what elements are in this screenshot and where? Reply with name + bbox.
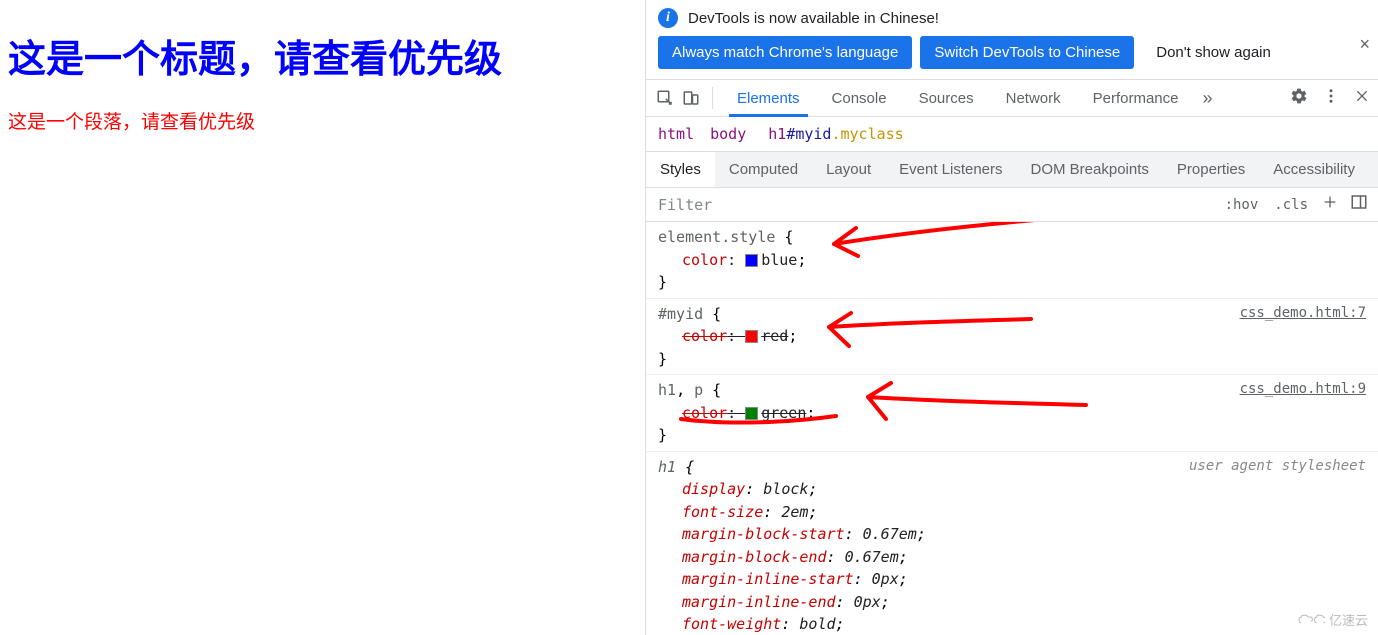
rendered-page: 这是一个标题，请查看优先级 这是一个段落，请查看优先级 bbox=[0, 0, 645, 635]
language-buttons: Always match Chrome's language Switch De… bbox=[646, 32, 1378, 79]
rule-value[interactable]: red bbox=[761, 327, 788, 345]
rule-prop[interactable]: color bbox=[682, 251, 727, 269]
new-style-rule-icon[interactable] bbox=[1316, 194, 1344, 215]
rule-value: 2em bbox=[781, 503, 808, 521]
tab-network[interactable]: Network bbox=[992, 80, 1075, 116]
subtab-layout[interactable]: Layout bbox=[812, 152, 885, 187]
rule-prop: font-weight bbox=[682, 615, 781, 633]
rule-value[interactable]: green bbox=[761, 404, 806, 422]
rule-prop: font-size bbox=[682, 503, 763, 521]
breadcrumb-selected[interactable]: h1#myid.myclass bbox=[762, 123, 909, 145]
tab-console[interactable]: Console bbox=[818, 80, 901, 116]
rule-value[interactable]: blue bbox=[761, 251, 797, 269]
style-rule-ua: user agent stylesheet h1 { display: bloc… bbox=[646, 452, 1378, 635]
rule-selector: p bbox=[694, 381, 703, 399]
rule-selector: h1 bbox=[658, 381, 676, 399]
tab-sources[interactable]: Sources bbox=[905, 80, 988, 116]
watermark: 亿速云 bbox=[1297, 610, 1368, 629]
subtab-event-listeners[interactable]: Event Listeners bbox=[885, 152, 1016, 187]
watermark-text: 亿速云 bbox=[1329, 610, 1368, 629]
toggle-sidebar-icon[interactable] bbox=[1344, 193, 1374, 216]
subtab-styles[interactable]: Styles bbox=[646, 152, 715, 187]
breadcrumb-html[interactable]: html bbox=[658, 125, 694, 143]
tab-elements[interactable]: Elements bbox=[723, 80, 814, 116]
breadcrumb-class: .myclass bbox=[831, 125, 903, 143]
language-notice-text: DevTools is now available in Chinese! bbox=[688, 10, 939, 27]
inspect-element-icon[interactable] bbox=[654, 87, 676, 109]
rule-value: bold bbox=[799, 615, 835, 633]
subtab-dom-breakpoints[interactable]: DOM Breakpoints bbox=[1017, 152, 1163, 187]
language-notice-bar: i DevTools is now available in Chinese! … bbox=[646, 0, 1378, 32]
page-paragraph: 这是一个段落，请查看优先级 bbox=[8, 107, 637, 134]
rule-source-link[interactable]: css_demo.html:9 bbox=[1240, 379, 1366, 400]
rule-prop: margin-block-start bbox=[682, 525, 845, 543]
breadcrumb-id: #myid bbox=[786, 125, 831, 143]
cls-toggle[interactable]: .cls bbox=[1266, 197, 1316, 213]
hov-toggle[interactable]: :hov bbox=[1217, 197, 1267, 213]
style-rule-element[interactable]: element.style { color: blue; } bbox=[646, 222, 1378, 299]
more-options-icon[interactable] bbox=[1322, 87, 1340, 110]
rule-prop: display bbox=[682, 480, 745, 498]
rule-source-link[interactable]: css_demo.html:7 bbox=[1240, 303, 1366, 324]
subtab-properties[interactable]: Properties bbox=[1163, 152, 1259, 187]
rule-prop[interactable]: color bbox=[682, 327, 727, 345]
color-swatch-icon[interactable] bbox=[745, 330, 758, 343]
rule-prop[interactable]: color bbox=[682, 404, 727, 422]
rule-prop: margin-block-end bbox=[682, 548, 827, 566]
subtab-computed[interactable]: Computed bbox=[715, 152, 812, 187]
styles-filter-row: :hov .cls bbox=[646, 188, 1378, 222]
color-swatch-icon[interactable] bbox=[745, 407, 758, 420]
match-language-button[interactable]: Always match Chrome's language bbox=[658, 36, 912, 69]
device-toolbar-icon[interactable] bbox=[680, 87, 702, 109]
rule-prop: margin-inline-end bbox=[682, 593, 836, 611]
page-heading: 这是一个标题，请查看优先级 bbox=[8, 28, 637, 83]
rule-value: 0px bbox=[872, 570, 899, 588]
breadcrumb-body[interactable]: body bbox=[710, 125, 746, 143]
tabs-more-icon[interactable]: » bbox=[1197, 88, 1219, 109]
breadcrumb-tag: h1 bbox=[768, 125, 786, 143]
breadcrumb: html body h1#myid.myclass bbox=[646, 117, 1378, 152]
style-rule-h1p[interactable]: css_demo.html:9 h1, p { color: green; } bbox=[646, 375, 1378, 452]
subtab-accessibility[interactable]: Accessibility bbox=[1259, 152, 1369, 187]
styles-filter-input[interactable] bbox=[658, 196, 1217, 214]
color-swatch-icon[interactable] bbox=[745, 254, 758, 267]
tabs-right-controls bbox=[1290, 87, 1370, 110]
style-rule-myid[interactable]: css_demo.html:7 #myid { color: red; } bbox=[646, 299, 1378, 376]
devtools-tabs: Elements Console Sources Network Perform… bbox=[646, 79, 1378, 117]
dismiss-language-button[interactable]: Don't show again bbox=[1142, 36, 1285, 69]
rule-selector: #myid bbox=[658, 305, 703, 323]
tab-performance[interactable]: Performance bbox=[1079, 80, 1193, 116]
rule-selector: element.style bbox=[658, 228, 775, 246]
rule-selector: h1 bbox=[658, 458, 676, 476]
styles-rules: element.style { color: blue; } css_demo.… bbox=[646, 222, 1378, 635]
switch-language-button[interactable]: Switch DevTools to Chinese bbox=[920, 36, 1134, 69]
rule-value: block bbox=[763, 480, 808, 498]
ua-stylesheet-label: user agent stylesheet bbox=[1189, 456, 1366, 477]
devtools-panel: i DevTools is now available in Chinese! … bbox=[645, 0, 1378, 635]
styles-subtabs: Styles Computed Layout Event Listeners D… bbox=[646, 152, 1378, 188]
rule-value: 0.67em bbox=[845, 548, 899, 566]
rule-prop: margin-inline-start bbox=[682, 570, 854, 588]
info-icon: i bbox=[658, 8, 678, 28]
close-notice-icon[interactable]: × bbox=[1359, 34, 1370, 55]
close-devtools-icon[interactable] bbox=[1354, 88, 1370, 109]
tabs-separator bbox=[712, 87, 713, 109]
settings-icon[interactable] bbox=[1290, 87, 1308, 110]
rule-value: 0.67em bbox=[863, 525, 917, 543]
rule-value: 0px bbox=[854, 593, 881, 611]
